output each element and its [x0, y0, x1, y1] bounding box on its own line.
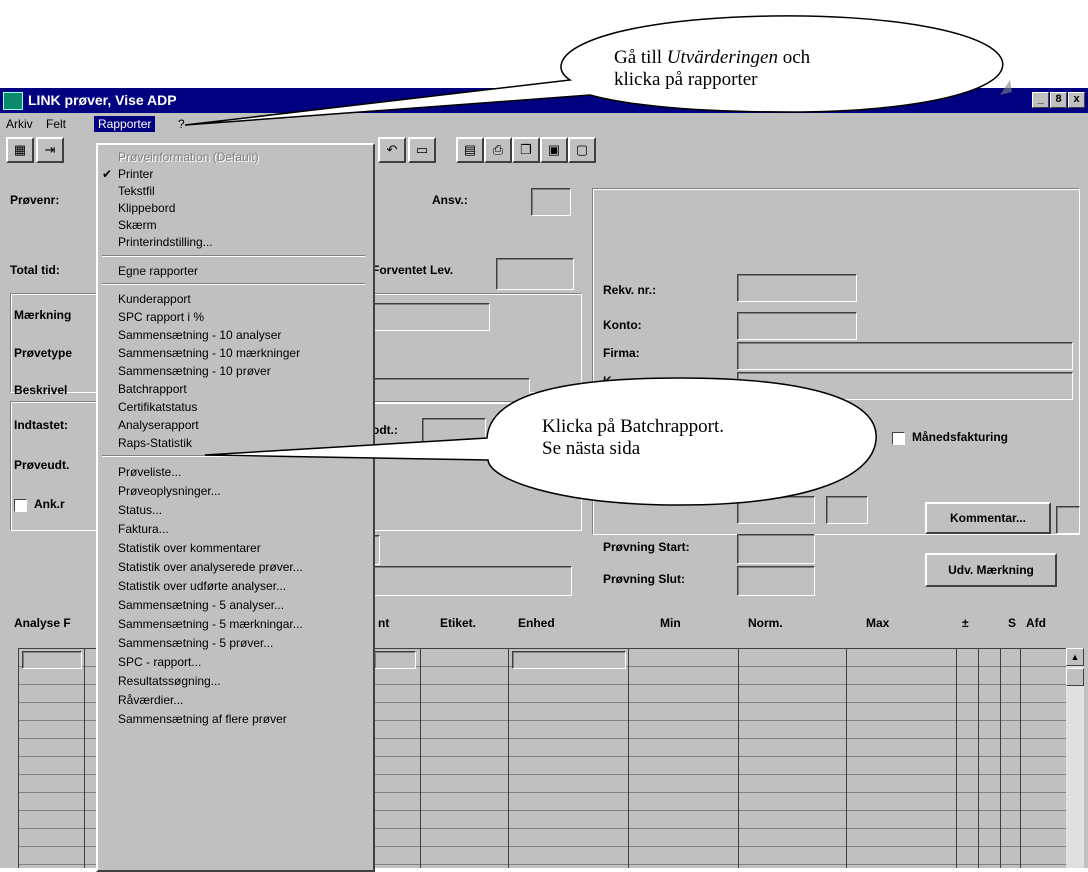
top-callout-post: och — [777, 47, 811, 68]
mid-callout-line2: Se nästa sida — [542, 438, 641, 459]
top-callout-pre: Gå till — [614, 47, 667, 68]
middle-callout-bubble — [204, 377, 877, 506]
top-callout-em: Utvärderingen — [666, 47, 778, 68]
top-callout-line2: klicka på rapporter — [614, 69, 758, 90]
top-callout-bubble — [184, 15, 1012, 126]
mid-callout-line1: Klicka på Batchrapport. — [542, 416, 725, 437]
top-callout-text: Gå till Utvärderingen och klicka på rapp… — [614, 47, 810, 91]
mid-callout-text: Klicka på Batchrapport. Se nästa sida — [542, 416, 724, 460]
